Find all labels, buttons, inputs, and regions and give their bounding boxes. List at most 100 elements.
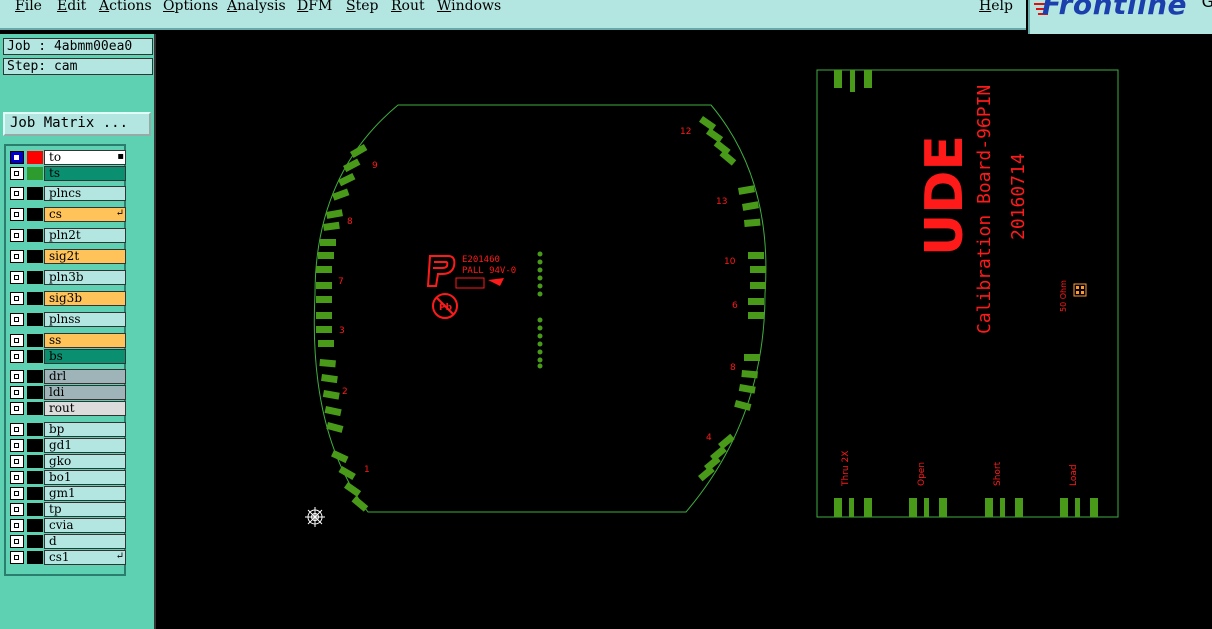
layer-name[interactable]: d: [44, 534, 126, 549]
layer-name[interactable]: pln3b: [44, 270, 126, 285]
layer-name[interactable]: gko: [44, 454, 126, 469]
layer-color-swatch[interactable]: [27, 271, 43, 284]
menu-dfm[interactable]: DFM: [297, 0, 332, 14]
layer-color-swatch[interactable]: [27, 313, 43, 326]
layer-color-swatch[interactable]: [27, 423, 43, 436]
layer-color-swatch[interactable]: [27, 455, 43, 468]
layer-name[interactable]: gd1: [44, 438, 126, 453]
layer-row-plnss[interactable]: plnss: [8, 312, 126, 327]
layer-name[interactable]: sig2t: [44, 249, 126, 264]
layer-checkbox[interactable]: [10, 167, 24, 180]
menu-edit[interactable]: Edit: [57, 0, 86, 14]
layer-row-sig2t[interactable]: sig2t: [8, 249, 126, 264]
layer-name[interactable]: drl: [44, 369, 126, 384]
layer-color-swatch[interactable]: [27, 535, 43, 548]
layer-name[interactable]: bp: [44, 422, 126, 437]
layer-row-bo1[interactable]: bo1: [8, 470, 126, 485]
layer-row-rout[interactable]: rout: [8, 401, 126, 416]
layer-row-cs[interactable]: cs ↵: [8, 207, 126, 222]
layer-color-swatch[interactable]: [27, 370, 43, 383]
layer-color-swatch[interactable]: [27, 187, 43, 200]
menu-file[interactable]: File: [15, 0, 42, 14]
layer-checkbox[interactable]: [10, 503, 24, 516]
layer-color-swatch[interactable]: [27, 386, 43, 399]
layer-name[interactable]: gm1: [44, 486, 126, 501]
layer-checkbox[interactable]: [10, 519, 24, 532]
layer-row-drl[interactable]: drl: [8, 369, 126, 384]
layer-checkbox[interactable]: [10, 487, 24, 500]
layer-name[interactable]: cs: [44, 207, 126, 222]
menu-rout[interactable]: Rout: [391, 0, 425, 14]
layer-row-d[interactable]: d: [8, 534, 126, 549]
layer-checkbox[interactable]: [10, 313, 24, 326]
layer-checkbox[interactable]: [10, 439, 24, 452]
layer-row-ss[interactable]: ss: [8, 333, 126, 348]
menu-analysis[interactable]: Analysis: [227, 0, 286, 14]
layer-row-pln3b[interactable]: pln3b: [8, 270, 126, 285]
layer-checkbox[interactable]: [10, 151, 24, 164]
menu-help[interactable]: Help: [979, 0, 1013, 14]
layer-row-tp[interactable]: tp: [8, 502, 126, 517]
layer-checkbox[interactable]: [10, 370, 24, 383]
layer-row-bs[interactable]: bs: [8, 349, 126, 364]
layer-checkbox[interactable]: [10, 350, 24, 363]
layer-checkbox[interactable]: [10, 292, 24, 305]
layer-color-swatch[interactable]: [27, 487, 43, 500]
layer-row-cs1[interactable]: cs1 ↵: [8, 550, 126, 565]
layer-name[interactable]: plncs: [44, 186, 126, 201]
layer-color-swatch[interactable]: [27, 402, 43, 415]
menu-actions[interactable]: Actions: [99, 0, 152, 14]
layer-checkbox[interactable]: [10, 551, 24, 564]
layer-checkbox[interactable]: [10, 455, 24, 468]
layer-checkbox[interactable]: [10, 229, 24, 242]
layer-row-cvia[interactable]: cvia: [8, 518, 126, 533]
layer-color-swatch[interactable]: [27, 292, 43, 305]
layer-row-plncs[interactable]: plncs: [8, 186, 126, 201]
layer-checkbox[interactable]: [10, 402, 24, 415]
layer-row-gd1[interactable]: gd1: [8, 438, 126, 453]
layer-row-gm1[interactable]: gm1: [8, 486, 126, 501]
layer-checkbox[interactable]: [10, 423, 24, 436]
layer-name[interactable]: ss: [44, 333, 126, 348]
layer-checkbox[interactable]: [10, 334, 24, 347]
graphic-canvas[interactable]: 9 8 7 3 2 1 12 13 10 6 8 4 E201460 PALL 94V-0 Pb: [158, 34, 1212, 629]
layer-name[interactable]: plnss: [44, 312, 126, 327]
menu-options[interactable]: Options: [163, 0, 218, 14]
layer-color-swatch[interactable]: [27, 503, 43, 516]
layer-name[interactable]: ts: [44, 166, 126, 181]
layer-checkbox[interactable]: [10, 271, 24, 284]
layer-color-swatch[interactable]: [27, 250, 43, 263]
layer-color-swatch[interactable]: [27, 439, 43, 452]
layer-name[interactable]: bo1: [44, 470, 126, 485]
layer-color-swatch[interactable]: [27, 350, 43, 363]
layer-checkbox[interactable]: [10, 250, 24, 263]
layer-checkbox[interactable]: [10, 187, 24, 200]
layer-row-ldi[interactable]: ldi: [8, 385, 126, 400]
layer-name[interactable]: to: [44, 150, 126, 165]
layer-checkbox[interactable]: [10, 471, 24, 484]
layer-row-pln2t[interactable]: pln2t: [8, 228, 126, 243]
menu-windows[interactable]: Windows: [437, 0, 501, 14]
layer-name[interactable]: ldi: [44, 385, 126, 400]
job-matrix-button[interactable]: Job Matrix ...: [3, 112, 151, 136]
layer-name[interactable]: bs: [44, 349, 126, 364]
layer-color-swatch[interactable]: [27, 551, 43, 564]
layer-checkbox[interactable]: [10, 386, 24, 399]
menu-step[interactable]: Step: [346, 0, 378, 14]
layer-name[interactable]: pln2t: [44, 228, 126, 243]
layer-name[interactable]: cvia: [44, 518, 126, 533]
layer-color-swatch[interactable]: [27, 167, 43, 180]
layer-color-swatch[interactable]: [27, 334, 43, 347]
layer-color-swatch[interactable]: [27, 471, 43, 484]
layer-checkbox[interactable]: [10, 208, 24, 221]
layer-name[interactable]: tp: [44, 502, 126, 517]
layer-row-bp[interactable]: bp: [8, 422, 126, 437]
layer-color-swatch[interactable]: [27, 208, 43, 221]
layer-color-swatch[interactable]: [27, 519, 43, 532]
layer-name[interactable]: cs1: [44, 550, 126, 565]
layer-color-swatch[interactable]: [27, 229, 43, 242]
layer-row-to[interactable]: to ▪: [8, 150, 126, 165]
layer-row-ts[interactable]: ts: [8, 166, 126, 181]
layer-color-swatch[interactable]: [27, 151, 43, 164]
layer-checkbox[interactable]: [10, 535, 24, 548]
